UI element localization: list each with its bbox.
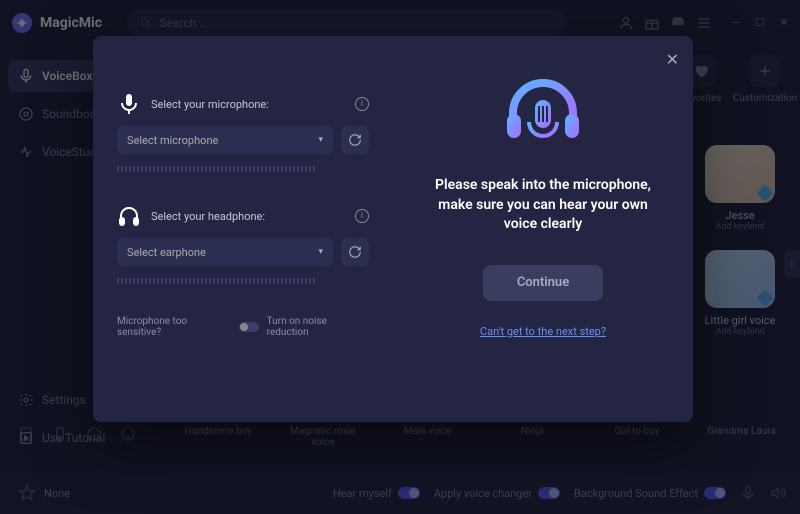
help-link[interactable]: Can't get to the next step?	[480, 325, 606, 338]
chevron-down-icon: ▾	[318, 135, 323, 145]
info-icon[interactable]: i	[355, 209, 369, 223]
refresh-icon	[348, 133, 362, 147]
chevron-down-icon: ▾	[318, 247, 323, 257]
refresh-headphone-button[interactable]	[341, 238, 369, 266]
setup-modal: ✕ Select your microphone: i Select micro…	[93, 36, 693, 422]
microphone-icon	[117, 92, 141, 116]
microphone-select[interactable]: Select microphone ▾	[117, 126, 333, 154]
info-icon[interactable]: i	[355, 97, 369, 111]
refresh-icon	[348, 245, 362, 259]
headphone-level-meter	[117, 276, 369, 286]
headphone-label: Select your headphone:	[151, 210, 345, 223]
noise-reduction-row: Microphone too sensitive? Turn on noise …	[117, 316, 369, 338]
mic-level-meter	[117, 164, 369, 174]
refresh-mic-button[interactable]	[341, 126, 369, 154]
headphone-field-row: Select your headphone: i	[117, 204, 369, 228]
modal-right-panel: Please speak into the microphone, make s…	[393, 36, 693, 422]
noise-action: Turn on noise reduction	[267, 316, 369, 338]
noise-reduction-toggle[interactable]	[239, 322, 259, 332]
instruction-text: Please speak into the microphone, make s…	[423, 176, 663, 235]
noise-question: Microphone too sensitive?	[117, 316, 231, 338]
headphone-select[interactable]: Select earphone ▾	[117, 238, 333, 266]
close-icon[interactable]: ✕	[666, 50, 679, 69]
continue-button[interactable]: Continue	[483, 265, 603, 301]
mic-label: Select your microphone:	[151, 98, 345, 111]
modal-left-panel: Select your microphone: i Select microph…	[93, 36, 393, 422]
headset-mic-hero-icon	[493, 76, 593, 156]
mic-field-row: Select your microphone: i	[117, 92, 369, 116]
headphone-icon	[117, 204, 141, 228]
